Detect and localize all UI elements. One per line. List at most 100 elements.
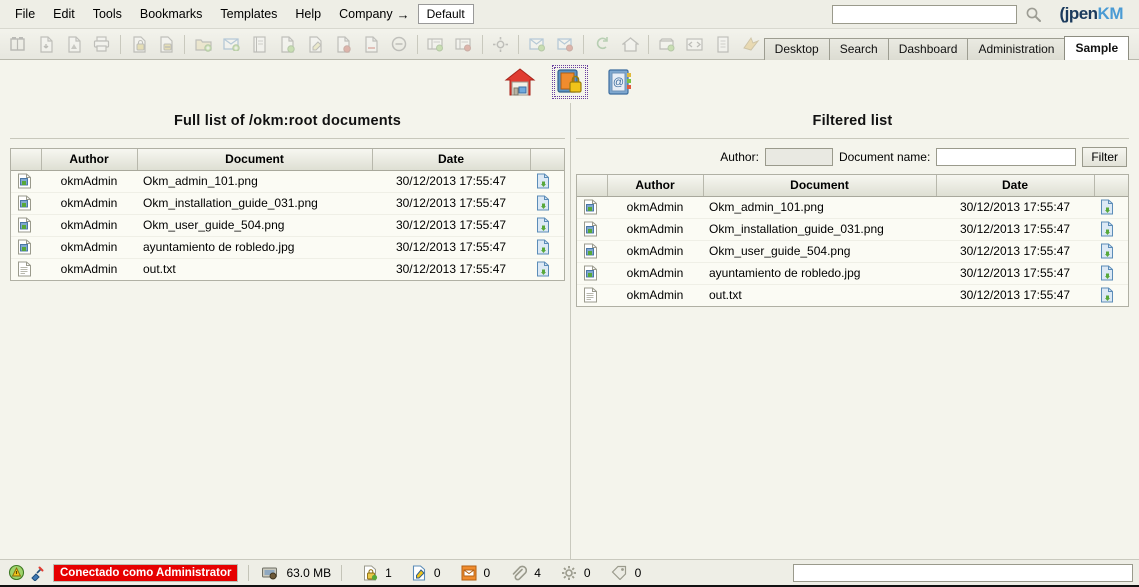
- tab-desktop[interactable]: Desktop: [763, 37, 830, 60]
- col-header-document[interactable]: Document: [703, 175, 937, 197]
- subscribe-add-icon[interactable]: [523, 32, 551, 57]
- filter-button[interactable]: Filter: [1082, 147, 1127, 167]
- col-header-date[interactable]: Date: [936, 175, 1095, 197]
- menu-edit[interactable]: Edit: [44, 4, 84, 24]
- table-row[interactable]: okmAdmin out.txt 30/12/2013 17:55:47: [11, 258, 564, 280]
- text-file-icon: [11, 258, 41, 280]
- table-row[interactable]: okmAdmin Okm_admin_101.png 30/12/2013 17…: [577, 196, 1128, 219]
- col-header-author[interactable]: Author: [607, 175, 704, 197]
- document-add-icon[interactable]: [273, 32, 301, 57]
- menu-templates[interactable]: Templates: [211, 4, 286, 24]
- filtered-list-panel: Filtered list Author: Document name: Fil…: [570, 103, 1139, 559]
- properties-icon[interactable]: [709, 32, 737, 57]
- home-house-icon[interactable]: [502, 65, 538, 99]
- lock-remove-icon[interactable]: [153, 32, 181, 57]
- search-input[interactable]: [832, 4, 1018, 24]
- tab-dashboard[interactable]: Dashboard: [887, 37, 969, 60]
- table-row[interactable]: okmAdmin Okm_user_guide_504.png 30/12/20…: [11, 214, 564, 237]
- mail-add-icon[interactable]: [217, 32, 245, 57]
- col-header-author[interactable]: Author: [41, 149, 138, 171]
- find-folder-icon[interactable]: [4, 32, 32, 57]
- download-icon[interactable]: [530, 258, 564, 280]
- table-row[interactable]: okmAdmin Okm_user_guide_504.png 30/12/20…: [577, 240, 1128, 263]
- document-delete-icon[interactable]: [357, 32, 385, 57]
- table-row[interactable]: okmAdmin Okm_admin_101.png 30/12/2013 17…: [11, 170, 564, 193]
- cell-date: 30/12/2013 17:55:47: [372, 258, 530, 280]
- folder-add-icon[interactable]: [189, 32, 217, 57]
- locked-documents-counter[interactable]: 1: [361, 565, 392, 581]
- table-row[interactable]: okmAdmin ayuntamiento de robledo.jpg 30/…: [11, 236, 564, 259]
- docname-filter-input[interactable]: [936, 148, 1077, 166]
- workflow-counter[interactable]: 0: [559, 565, 591, 581]
- col-header-icon[interactable]: [577, 175, 608, 197]
- checkout-documents-counter[interactable]: 0: [410, 564, 441, 581]
- memory-icon[interactable]: [261, 565, 278, 580]
- mail-counter[interactable]: 0: [459, 565, 490, 581]
- download-icon[interactable]: [530, 214, 564, 237]
- download-icon[interactable]: [1094, 240, 1128, 263]
- archive-add-icon[interactable]: [653, 32, 681, 57]
- col-header-date[interactable]: Date: [372, 149, 531, 171]
- col-header-action[interactable]: [1094, 175, 1128, 197]
- image-file-icon: [11, 192, 41, 215]
- tab-sample[interactable]: Sample: [1064, 35, 1130, 60]
- refresh-icon[interactable]: [588, 32, 616, 57]
- attachment-counter[interactable]: 4: [508, 565, 541, 581]
- menu-tools[interactable]: Tools: [84, 4, 131, 24]
- menu-file[interactable]: File: [6, 4, 44, 24]
- cell-author: okmAdmin: [607, 284, 703, 306]
- download-icon[interactable]: [1094, 196, 1128, 219]
- download-icon[interactable]: [530, 192, 564, 215]
- record-remove-icon[interactable]: [450, 32, 478, 57]
- address-book-icon[interactable]: @: [602, 65, 638, 99]
- status-input[interactable]: [793, 563, 1133, 582]
- secure-document-icon[interactable]: [551, 64, 588, 99]
- keyword-count: 0: [634, 565, 642, 580]
- download-icon[interactable]: [530, 170, 564, 193]
- menu-help[interactable]: Help: [286, 4, 330, 24]
- image-file-icon: [11, 214, 41, 237]
- status-separator: [341, 564, 343, 581]
- table-row[interactable]: okmAdmin Okm_installation_guide_031.png …: [577, 218, 1128, 241]
- checkout-count: 0: [433, 565, 441, 580]
- cell-author: okmAdmin: [41, 170, 137, 193]
- settings-icon[interactable]: [487, 32, 515, 57]
- cancel-icon[interactable]: [385, 32, 413, 57]
- table-row[interactable]: okmAdmin out.txt 30/12/2013 17:55:47: [577, 284, 1128, 306]
- record-add-icon[interactable]: [422, 32, 450, 57]
- document-pdf-icon[interactable]: [60, 32, 88, 57]
- document-edit-icon[interactable]: [301, 32, 329, 57]
- table-row[interactable]: okmAdmin ayuntamiento de robledo.jpg 30/…: [577, 262, 1128, 285]
- table-row[interactable]: okmAdmin Okm_installation_guide_031.png …: [11, 192, 564, 215]
- tab-search[interactable]: Search: [828, 37, 889, 60]
- subscribe-remove-icon[interactable]: [551, 32, 579, 57]
- col-header-icon[interactable]: [11, 149, 42, 171]
- warning-globe-icon[interactable]: [8, 564, 25, 581]
- col-header-action[interactable]: [530, 149, 564, 171]
- download-icon[interactable]: [1094, 218, 1128, 241]
- cell-document: out.txt: [703, 284, 936, 306]
- home-icon[interactable]: [616, 32, 644, 57]
- filtered-list-body: okmAdmin Okm_admin_101.png 30/12/2013 17…: [577, 196, 1128, 306]
- split-icon[interactable]: [681, 32, 709, 57]
- company-selector[interactable]: Default: [417, 4, 474, 24]
- export-icon[interactable]: [737, 32, 765, 57]
- lock-add-icon[interactable]: [125, 32, 153, 57]
- download-icon[interactable]: [1094, 262, 1128, 285]
- note-add-icon[interactable]: [245, 32, 273, 57]
- menu-bookmarks[interactable]: Bookmarks: [131, 4, 212, 24]
- cell-date: 30/12/2013 17:55:47: [936, 196, 1094, 219]
- author-filter-input[interactable]: [764, 148, 833, 166]
- document-download-icon[interactable]: [32, 32, 60, 57]
- print-icon[interactable]: [88, 32, 116, 57]
- cell-date: 30/12/2013 17:55:47: [936, 218, 1094, 241]
- full-list-table: Author Document Date okmAdmin Okm_admin_…: [11, 149, 564, 280]
- download-icon[interactable]: [530, 236, 564, 259]
- search-icon[interactable]: [1021, 4, 1045, 24]
- keyword-counter[interactable]: 0: [609, 565, 642, 580]
- document-remove-icon[interactable]: [329, 32, 357, 57]
- connection-plug-icon[interactable]: [29, 565, 45, 581]
- col-header-document[interactable]: Document: [137, 149, 373, 171]
- download-icon[interactable]: [1094, 284, 1128, 306]
- tab-administration[interactable]: Administration: [967, 37, 1066, 60]
